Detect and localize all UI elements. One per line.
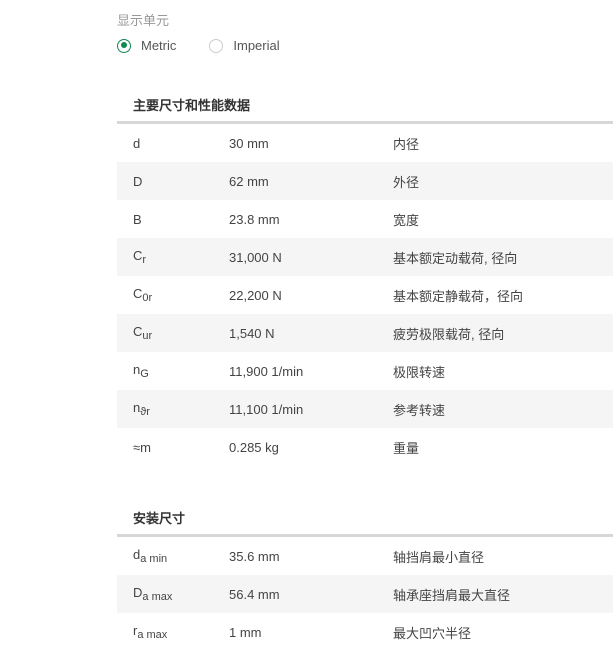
table-row: Cr 31,000 N 基本额定动载荷, 径向: [117, 238, 613, 276]
table-row: C0r 22,200 N 基本额定静载荷，径向: [117, 276, 613, 314]
table-row: nG 11,900 1/min 极限转速: [117, 352, 613, 390]
row-symbol: da min: [117, 547, 229, 565]
row-value: 35.6 mm: [229, 548, 280, 564]
units-label: 显示单元: [117, 13, 170, 28]
row-description: 最大凹穴半径: [393, 625, 472, 641]
unit-option-metric[interactable]: Metric: [117, 38, 176, 53]
table-row: da min 35.6 mm 轴挡肩最小直径: [117, 537, 613, 575]
row-value: 11,900 1/min: [229, 363, 304, 379]
row-symbol: nG: [117, 362, 229, 380]
row-description: 疲劳极限载荷, 径向: [393, 326, 505, 342]
row-description: 外径: [393, 174, 420, 190]
row-symbol: ≈m: [117, 440, 229, 455]
row-description: 参考转速: [393, 402, 446, 418]
row-symbol: B: [117, 212, 229, 227]
symbol-subscript: G: [140, 368, 149, 380]
row-symbol: Cr: [117, 248, 229, 266]
row-value: 23.8 mm: [229, 211, 280, 227]
symbol-subscript: ur: [142, 330, 153, 342]
symbol-main: C: [133, 248, 143, 263]
symbol-main: D: [133, 585, 143, 600]
symbol-main: d: [133, 135, 141, 151]
row-value: 11,100 1/min: [229, 401, 304, 417]
unit-selector: Metric Imperial: [117, 38, 280, 53]
row-value: 62 mm: [229, 173, 269, 189]
row-symbol: nϑr: [117, 400, 229, 418]
row-value: 30 mm: [229, 135, 269, 151]
table-row: d 30 mm 内径: [117, 124, 613, 162]
row-value: 0.285 kg: [229, 439, 279, 455]
table-row: D 62 mm 外径: [117, 162, 613, 200]
radio-checked-icon[interactable]: [117, 38, 131, 53]
symbol-main: C: [133, 286, 143, 301]
symbol-main: ≈m: [133, 439, 151, 455]
section-mounting-dimensions: 安装尺寸 da min 35.6 mm 轴挡肩最小直径 Da max 56.4 mm 轴承…: [117, 501, 613, 651]
row-value: 1,540 N: [229, 325, 275, 341]
row-description: 轴挡肩最小直径: [393, 549, 485, 565]
row-symbol: ra max: [117, 623, 229, 641]
page: 显示单元 Metric Imperial 主要尺寸和性能数据 d 30 mm 内径 D…: [0, 0, 613, 664]
unit-option-label: Imperial: [233, 38, 280, 53]
row-value: 1 mm: [229, 624, 262, 640]
row-description: 极限转速: [393, 364, 446, 380]
row-description: 宽度: [393, 212, 420, 228]
data-table: d 30 mm 内径 D 62 mm 外径 B 23.8 mm 宽度 Cr 31,000 N 基本额定…: [117, 124, 613, 466]
table-row: Cur 1,540 N 疲劳极限载荷, 径向: [117, 314, 613, 352]
section-title: 安装尺寸: [117, 501, 613, 537]
table-row: nϑr 11,100 1/min 参考转速: [117, 390, 613, 428]
row-symbol: C0r: [117, 286, 229, 304]
row-symbol: d: [117, 136, 229, 151]
symbol-subscript: a max: [142, 591, 173, 603]
section-main-dimensions: 主要尺寸和性能数据 d 30 mm 内径 D 62 mm 外径 B 23.8 mm 宽度 Cr 31…: [117, 88, 613, 466]
symbol-subscript: a min: [140, 553, 168, 565]
row-description: 基本额定动载荷, 径向: [393, 250, 518, 266]
row-symbol: D: [117, 174, 229, 189]
unit-option-label: Metric: [141, 38, 177, 53]
table-row: ra max 1 mm 最大凹穴半径: [117, 613, 613, 651]
radio-unchecked-icon[interactable]: [209, 38, 224, 53]
symbol-main: C: [133, 324, 143, 339]
symbol-main: B: [133, 211, 142, 227]
row-value: 22,200 N: [229, 287, 282, 303]
table-row: Da max 56.4 mm 轴承座挡肩最大直径: [117, 575, 613, 613]
symbol-subscript: a max: [137, 629, 168, 641]
row-description: 内径: [393, 136, 420, 152]
unit-option-imperial[interactable]: Imperial: [209, 38, 280, 53]
row-description: 轴承座挡肩最大直径: [393, 587, 511, 603]
symbol-main: D: [133, 173, 143, 189]
row-value: 56.4 mm: [229, 586, 280, 602]
table-row: B 23.8 mm 宽度: [117, 200, 613, 238]
row-symbol: Cur: [117, 324, 229, 342]
symbol-subscript: r: [142, 254, 147, 266]
row-symbol: Da max: [117, 585, 229, 603]
row-description: 重量: [393, 440, 420, 456]
data-table: da min 35.6 mm 轴挡肩最小直径 Da max 56.4 mm 轴承座挡肩最大…: [117, 537, 613, 651]
symbol-subscript: ϑr: [140, 406, 150, 418]
symbol-subscript: 0r: [142, 292, 153, 304]
row-value: 31,000 N: [229, 249, 282, 265]
row-description: 基本额定静载荷，径向: [393, 288, 524, 304]
table-row: ≈m 0.285 kg 重量: [117, 428, 613, 466]
section-title: 主要尺寸和性能数据: [117, 88, 613, 124]
